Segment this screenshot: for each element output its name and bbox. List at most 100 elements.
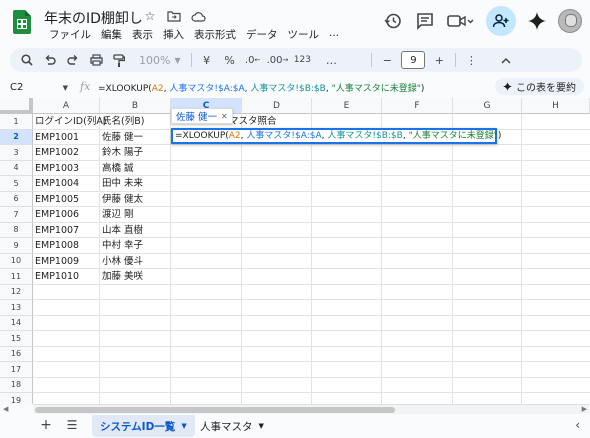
caret-down-icon[interactable]: ▼ <box>181 422 186 430</box>
scroll-left-icon[interactable]: ◀ <box>3 405 8 413</box>
sheet-tab-active[interactable]: システムID一覧 ▼ <box>92 415 195 437</box>
row-header-1[interactable]: 1 <box>0 114 33 130</box>
cell-b9[interactable]: 中村 幸子 <box>102 238 143 253</box>
star-icon[interactable]: ☆ <box>142 8 158 24</box>
row-header-7[interactable]: 7 <box>0 207 33 223</box>
scroll-right-icon[interactable]: ▶ <box>582 405 587 413</box>
cell-b8[interactable]: 山本 直樹 <box>102 223 143 238</box>
menu-view[interactable]: 表示 <box>127 27 158 42</box>
caret-down-icon[interactable]: ▼ <box>259 422 264 430</box>
number-format-button[interactable]: 123 <box>293 50 311 70</box>
cell-a2[interactable]: EMP1001 <box>35 130 79 145</box>
font-size-decrease-button[interactable]: − <box>378 50 396 70</box>
currency-format-button[interactable]: ¥ <box>198 50 216 70</box>
row-header-12[interactable]: 12 <box>0 284 33 300</box>
cell-b5[interactable]: 田中 未来 <box>102 176 143 191</box>
select-all-corner[interactable] <box>0 98 33 114</box>
menu-format[interactable]: 表示形式 <box>189 27 241 42</box>
decrease-decimal-button[interactable]: .0 ← <box>244 50 262 70</box>
paint-format-icon[interactable] <box>110 50 128 70</box>
row-header-14[interactable]: 14 <box>0 315 33 331</box>
sheet-tab[interactable]: 人事マスタ ▼ <box>192 415 272 437</box>
row-header-5[interactable]: 5 <box>0 176 33 192</box>
cell-a4[interactable]: EMP1003 <box>35 161 79 176</box>
cell-a7[interactable]: EMP1006 <box>35 207 79 222</box>
column-header-a[interactable]: A <box>33 98 100 114</box>
row-header-11[interactable]: 11 <box>0 269 33 285</box>
add-sheet-button[interactable]: + <box>38 417 54 433</box>
more-tools-icon[interactable]: ⋮ <box>462 50 480 70</box>
menu-tools[interactable]: ツール <box>283 27 325 42</box>
menu-file[interactable]: ファイル <box>44 27 96 42</box>
row-header-3[interactable]: 3 <box>0 145 33 161</box>
cell-b11[interactable]: 加藤 美咲 <box>102 269 143 284</box>
cell-b2[interactable]: 佐藤 健一 <box>102 130 143 145</box>
row-header-9[interactable]: 9 <box>0 238 33 254</box>
user-avatar[interactable] <box>558 9 582 33</box>
gemini-sparkle-icon[interactable] <box>526 10 548 32</box>
share-button[interactable] <box>486 6 516 36</box>
cell-a11[interactable]: EMP1010 <box>35 269 79 284</box>
cell-editor[interactable]: =XLOOKUP(A2, 人事マスタ!$A:$A, 人事マスタ!$B:$B, "… <box>171 128 501 144</box>
cell-b4[interactable]: 高橋 誠 <box>102 161 134 176</box>
scrollbar-thumb[interactable] <box>35 407 395 413</box>
search-menus-icon[interactable] <box>18 50 36 70</box>
cell-b3[interactable]: 鈴木 陽子 <box>102 145 143 160</box>
row-header-15[interactable]: 15 <box>0 331 33 347</box>
menu-edit[interactable]: 編集 <box>96 27 127 42</box>
menu-data[interactable]: データ <box>241 27 283 42</box>
row-header-8[interactable]: 8 <box>0 222 33 238</box>
cell-a1[interactable]: ログインID(列A) <box>35 114 107 129</box>
close-icon[interactable]: ✕ <box>221 112 228 121</box>
row-header-16[interactable]: 16 <box>0 346 33 362</box>
cloud-status-icon[interactable] <box>190 8 206 24</box>
cell-b7[interactable]: 渡辺 剛 <box>102 207 134 222</box>
cell-c1[interactable]: マスタ照合 <box>229 114 277 129</box>
cell-b10[interactable]: 小林 優斗 <box>102 254 143 269</box>
meet-video-icon[interactable] <box>446 10 476 32</box>
horizontal-scrollbar[interactable]: ◀ ▶ <box>3 404 589 414</box>
font-size-increase-button[interactable]: + <box>430 50 448 70</box>
column-header-b[interactable]: B <box>100 98 171 114</box>
chevron-left-icon[interactable]: ‹ <box>575 418 580 432</box>
all-sheets-menu-icon[interactable]: ☰ <box>64 417 80 433</box>
column-header-f[interactable]: F <box>382 98 453 114</box>
spreadsheet-grid[interactable]: ABCDEFGH 1234567891011121314151617181920… <box>0 98 590 404</box>
row-header-13[interactable]: 13 <box>0 300 33 316</box>
increase-decimal-button[interactable]: .00 → <box>267 50 289 70</box>
document-title[interactable]: 年末のID棚卸し <box>44 8 143 28</box>
history-icon[interactable] <box>382 10 404 32</box>
percent-format-button[interactable]: % <box>221 50 239 70</box>
cell-a9[interactable]: EMP1008 <box>35 238 79 253</box>
row-header-4[interactable]: 4 <box>0 160 33 176</box>
menu-insert[interactable]: 挿入 <box>158 27 189 42</box>
row-header-10[interactable]: 10 <box>0 253 33 269</box>
summarize-table-button[interactable]: この表を要約 <box>495 78 584 95</box>
row-header-6[interactable]: 6 <box>0 191 33 207</box>
column-header-g[interactable]: G <box>453 98 522 114</box>
row-header-2[interactable]: 2 <box>0 129 33 145</box>
row-header-19[interactable]: 19 <box>0 393 33 404</box>
collapse-toolbar-icon[interactable] <box>497 50 515 70</box>
column-header-e[interactable]: E <box>312 98 382 114</box>
cell-a5[interactable]: EMP1004 <box>35 176 79 191</box>
cell-b1[interactable]: 氏名(列B) <box>102 114 144 129</box>
name-box[interactable]: C2 ▼ <box>10 80 68 95</box>
cell-a10[interactable]: EMP1009 <box>35 254 79 269</box>
formula-input[interactable]: =XLOOKUP(A2, 人事マスタ!$A:$A, 人事マスタ!$B:$B, "… <box>98 81 424 94</box>
cell-a3[interactable]: EMP1002 <box>35 145 79 160</box>
cell-a8[interactable]: EMP1007 <box>35 223 79 238</box>
print-icon[interactable] <box>87 50 105 70</box>
zoom-select[interactable]: 100% ▼ <box>139 54 181 67</box>
cell-a6[interactable]: EMP1005 <box>35 192 79 207</box>
comment-icon[interactable] <box>414 10 436 32</box>
redo-icon[interactable] <box>64 50 82 70</box>
font-size-input[interactable]: 9 <box>401 51 426 69</box>
sheets-logo-icon[interactable] <box>13 10 31 34</box>
undo-icon[interactable] <box>41 50 59 70</box>
column-header-d[interactable]: D <box>242 98 312 114</box>
row-header-18[interactable]: 18 <box>0 377 33 393</box>
cell-b6[interactable]: 伊藤 健太 <box>102 192 143 207</box>
row-header-17[interactable]: 17 <box>0 362 33 378</box>
more-formats-icon[interactable]: … <box>322 50 340 70</box>
